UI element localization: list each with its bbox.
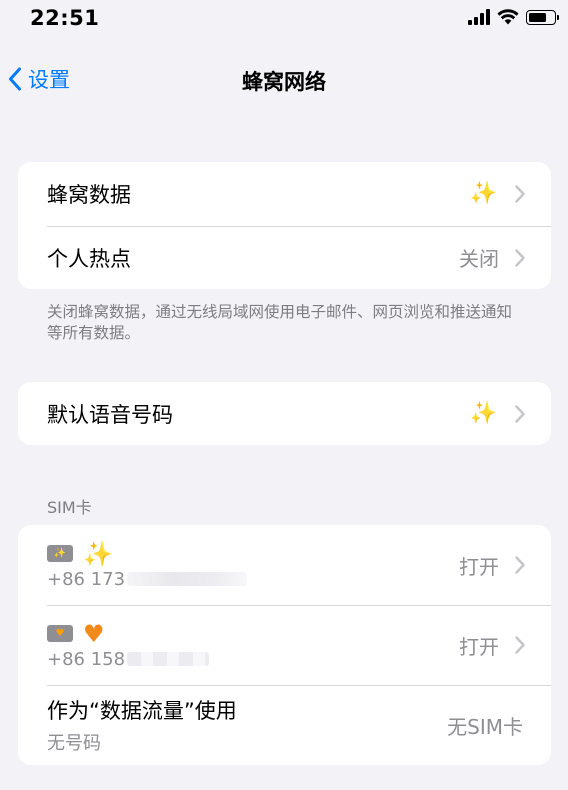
chevron-right-icon [515,636,525,654]
cellular-footer-note: 关闭蜂窝数据，通过无线局域网使用电子邮件、网页浏览和推送通知等所有数据。 [47,303,513,342]
cellular-data-sim-sub: 无号码 [47,733,101,754]
chevron-right-icon [515,556,525,574]
sim-status-1: 打开 [459,554,499,579]
sim-group: ✨ ✨ +86 173 打开 ♥ ♥ +86 158 打开 作为“数据流量”使用… [18,525,551,765]
page-title: 蜂窝网络 [242,70,326,94]
status-time: 22:51 [30,6,100,30]
back-button[interactable]: 设置 [8,64,70,94]
personal-hotspot-row[interactable]: 个人热点 关闭 [18,226,551,289]
wifi-icon [497,9,519,25]
sim-number-prefix: +86 173 [47,568,126,590]
voice-number-group: 默认语音号码 ✨ [18,382,551,445]
sim-info-1: ✨ ✨ +86 173 [47,541,459,590]
cellular-data-label: 蜂窝数据 [47,183,131,207]
sim-card-icon: ✨ [47,545,73,562]
sim-label-2: ♥ ♥ [47,621,459,647]
redacted-number [127,652,210,666]
sparkles-icon: ✨ [83,539,113,568]
sim-status-2: 打开 [459,634,499,659]
sim-row-2[interactable]: ♥ ♥ +86 158 打开 [18,605,551,685]
default-voice-number-row[interactable]: 默认语音号码 ✨ [18,382,551,445]
sparkles-icon: ✨ [469,400,497,426]
status-bar: 22:51 [0,0,568,40]
back-label: 设置 [28,68,70,92]
redacted-number [127,572,248,586]
sim-row-1[interactable]: ✨ ✨ +86 173 打开 [18,525,551,605]
personal-hotspot-label: 个人热点 [47,246,131,271]
cellular-data-sim-value: 无SIM卡 [447,714,523,739]
status-icons [468,9,559,25]
navigation-bar: 设置 蜂窝网络 [0,54,568,110]
chevron-right-icon [515,248,525,267]
chevron-right-icon [515,185,525,203]
chevron-left-icon [9,67,21,91]
personal-hotspot-value: 关闭 [459,247,499,271]
chevron-right-icon [515,404,525,423]
battery-icon [526,9,559,25]
sparkles-icon: ✨ [469,181,497,206]
cellular-data-sim-row[interactable]: 作为“数据流量”使用 无号码 无SIM卡 [18,685,551,765]
sim-number-prefix: +86 158 [47,648,126,670]
cellular-data-row[interactable]: 蜂窝数据 ✨ [18,162,551,226]
sim-number-2: +86 158 [47,649,459,670]
cellular-data-sim-info: 作为“数据流量”使用 无号码 [47,695,447,755]
screen: 22:51 设置 蜂窝网络 蜂窝数据 ✨ 个人热点 关闭 关闭蜂窝数据，通过无线… [0,0,568,790]
sim-card-icon: ♥ [47,625,73,642]
orange-heart-icon: ♥ [83,619,105,648]
cellular-signal-icon [468,9,490,25]
cellular-data-sim-label: 作为“数据流量”使用 [47,699,237,723]
sim-label-1: ✨ ✨ [47,541,459,567]
cellular-settings-group: 蜂窝数据 ✨ 个人热点 关闭 [18,162,551,289]
sim-info-2: ♥ ♥ +86 158 [47,621,459,670]
sim-number-1: +86 173 [47,569,459,590]
default-voice-number-label: 默认语音号码 [47,402,173,427]
sim-section-header: SIM卡 [47,498,92,517]
